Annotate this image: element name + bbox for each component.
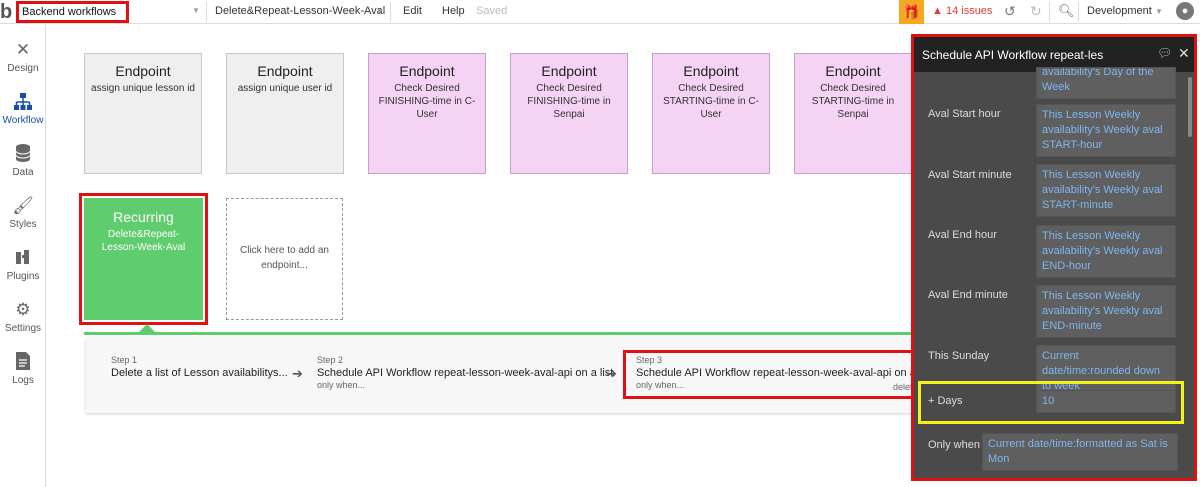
menu-help[interactable]: Help bbox=[442, 5, 465, 17]
search-icon[interactable]: 🔍︎ bbox=[1058, 3, 1075, 19]
selection-line bbox=[84, 332, 914, 335]
sidebar-item-label: Settings bbox=[4, 323, 42, 334]
add-endpoint-placeholder[interactable]: Click here to add an endpoint... bbox=[226, 198, 343, 320]
left-sidebar: ✕ Design Workflow Data 🖌︎ Styles Plugins… bbox=[0, 25, 46, 487]
top-bar: b Backend workflows ▼ Delete&Repeat-Less… bbox=[0, 0, 1200, 24]
undo-icon[interactable]: ↺ bbox=[1004, 3, 1016, 20]
sidebar-item-workflow[interactable]: Workflow bbox=[0, 85, 46, 135]
redo-icon[interactable]: ↻ bbox=[1030, 3, 1042, 20]
step-title: Schedule API Workflow repeat-lesson-week… bbox=[317, 367, 614, 379]
step-number: Step 2 bbox=[317, 355, 344, 365]
sidebar-item-settings[interactable]: ⚙ Settings bbox=[0, 293, 46, 343]
sidebar-item-label: Logs bbox=[12, 375, 34, 386]
endpoint-subtitle: assign unique user id bbox=[237, 83, 333, 94]
settings-icon: ⚙ bbox=[15, 300, 31, 319]
menu-edit[interactable]: Edit bbox=[403, 5, 422, 17]
step-title: Delete a list of Lesson availabilitys... bbox=[111, 367, 288, 379]
chevron-down-icon[interactable]: ▼ bbox=[192, 6, 200, 15]
gift-icon[interactable]: 🎁 bbox=[899, 0, 924, 24]
recurring-title: Recurring bbox=[113, 209, 174, 225]
avatar-icon[interactable]: ● bbox=[1176, 2, 1194, 20]
sidebar-item-label: Data bbox=[12, 167, 34, 178]
divider bbox=[390, 2, 391, 22]
sidebar-item-label: Workflow bbox=[2, 115, 44, 126]
issues-button[interactable]: ▲ 14 issues bbox=[932, 5, 992, 17]
chevron-down-icon[interactable]: ▼ bbox=[1155, 7, 1163, 16]
logs-icon bbox=[12, 351, 34, 373]
endpoint-title: Endpoint bbox=[683, 63, 739, 79]
workflow-step-2[interactable]: Step 2 Schedule API Workflow repeat-less… bbox=[317, 355, 613, 390]
divider bbox=[206, 2, 207, 22]
endpoint-subtitle: assign unique lesson id bbox=[91, 83, 195, 94]
sidebar-item-label: Plugins bbox=[6, 271, 40, 282]
sidebar-item-data[interactable]: Data bbox=[0, 137, 46, 187]
workflow-step-1[interactable]: Step 1 Delete a list of Lesson availabil… bbox=[111, 355, 288, 379]
environment-selector[interactable]: Development bbox=[1087, 5, 1152, 17]
endpoint-card[interactable]: Endpoint assign unique lesson id bbox=[84, 53, 202, 174]
endpoint-subtitle: Check Desired STARTING-time in Senpai bbox=[811, 83, 895, 120]
highlight-frame bbox=[918, 381, 1184, 424]
sidebar-item-design[interactable]: ✕ Design bbox=[0, 33, 46, 83]
endpoint-subtitle: Check Desired FINISHING-time in C-User bbox=[378, 83, 476, 120]
endpoint-title: Endpoint bbox=[115, 63, 171, 79]
sidebar-item-label: Styles bbox=[9, 219, 37, 230]
workflow-selector[interactable]: Delete&Repeat-Lesson-Week-Aval bbox=[215, 5, 385, 17]
recurring-subtitle: Delete&Repeat-Lesson-Week-Aval bbox=[101, 229, 186, 253]
page-selector[interactable]: Backend workflows bbox=[16, 1, 129, 23]
chevron-down-icon[interactable]: ▼ bbox=[376, 7, 384, 16]
endpoint-title: Endpoint bbox=[399, 63, 455, 79]
endpoint-subtitle: Check Desired STARTING-time in C-User bbox=[663, 83, 759, 120]
arrow-right-icon: ➔ bbox=[606, 366, 617, 381]
endpoint-title: Endpoint bbox=[541, 63, 597, 79]
step-number: Step 1 bbox=[111, 355, 138, 365]
plugins-icon bbox=[12, 247, 34, 269]
recurring-event-card[interactable]: Recurring Delete&Repeat-Lesson-Week-Aval bbox=[84, 198, 203, 320]
endpoint-card[interactable]: Endpoint assign unique user id bbox=[226, 53, 344, 174]
data-icon bbox=[12, 143, 34, 165]
highlight-frame bbox=[623, 350, 920, 399]
bubble-logo[interactable]: b bbox=[0, 1, 14, 23]
step-condition: only when... bbox=[317, 380, 366, 390]
design-icon: ✕ bbox=[15, 40, 31, 59]
endpoint-card[interactable]: Endpoint Check Desired FINISHING-time in… bbox=[510, 53, 628, 174]
endpoint-title: Endpoint bbox=[257, 63, 313, 79]
workflow-icon bbox=[12, 91, 34, 113]
endpoint-subtitle: Check Desired FINISHING-time in Senpai bbox=[527, 83, 611, 120]
divider bbox=[1078, 2, 1079, 22]
endpoint-card[interactable]: Endpoint Check Desired STARTING-time in … bbox=[794, 53, 912, 174]
endpoint-card[interactable]: Endpoint Check Desired FINISHING-time in… bbox=[368, 53, 486, 174]
sidebar-item-label: Design bbox=[7, 63, 39, 74]
arrow-right-icon: ➔ bbox=[292, 366, 303, 381]
styles-icon: 🖌︎ bbox=[12, 196, 34, 215]
issues-count: 14 issues bbox=[945, 5, 993, 17]
divider bbox=[1049, 2, 1050, 22]
sidebar-item-plugins[interactable]: Plugins bbox=[0, 241, 46, 291]
sidebar-item-styles[interactable]: 🖌︎ Styles bbox=[0, 189, 46, 239]
sidebar-item-logs[interactable]: Logs bbox=[0, 345, 46, 395]
endpoint-title: Endpoint bbox=[825, 63, 881, 79]
endpoint-card[interactable]: Endpoint Check Desired STARTING-time in … bbox=[652, 53, 770, 174]
saved-status: Saved bbox=[476, 5, 508, 17]
warning-icon: ▲ bbox=[932, 5, 943, 17]
selection-caret bbox=[139, 324, 155, 332]
